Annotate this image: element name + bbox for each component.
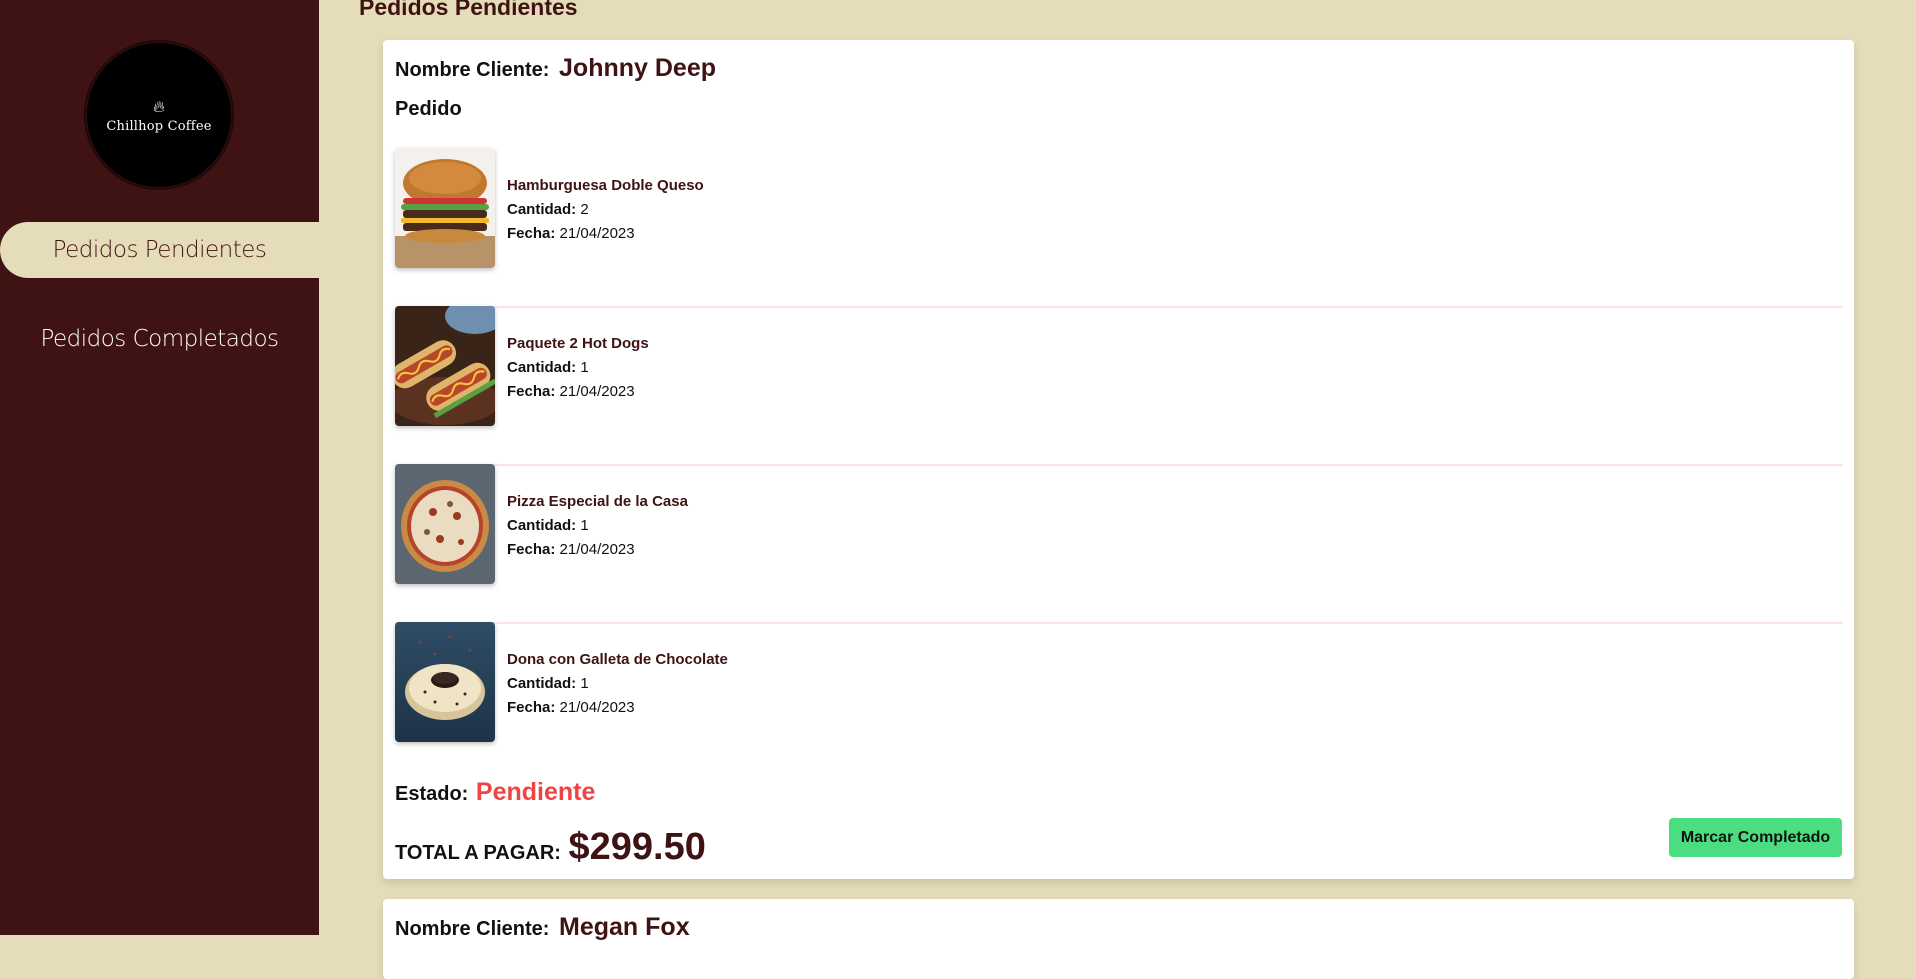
item-name: Pizza Especial de la Casa [507, 493, 688, 510]
nav-item-pedidos-pendientes[interactable]: Pedidos Pendientes [0, 222, 319, 278]
quantity-value: 2 [580, 201, 589, 218]
flame-icon: 🔥︎ [153, 97, 165, 116]
date-value: 21/04/2023 [559, 699, 635, 716]
order-item: Paquete 2 Hot Dogs Cantidad: 1 Fecha: 21… [395, 306, 1843, 466]
pedido-label: Pedido [395, 98, 462, 120]
client-name: Johnny Deep [559, 54, 717, 82]
logo[interactable]: 🔥︎ Chillhop Coffee [85, 41, 233, 189]
quantity-value: 1 [580, 359, 589, 376]
client-line: Nombre Cliente: Johnny Deep [395, 54, 716, 83]
total-label: TOTAL A PAGAR: [395, 842, 561, 864]
order-item: Pizza Especial de la Casa Cantidad: 1 Fe… [395, 464, 1843, 624]
page-title: Pedidos Pendientes [359, 0, 578, 20]
item-name: Paquete 2 Hot Dogs [507, 335, 649, 352]
item-info: Paquete 2 Hot Dogs Cantidad: 1 Fecha: 21… [507, 332, 649, 404]
status-label: Estado: [395, 783, 469, 805]
logo-text: Chillhop Coffee [106, 119, 212, 134]
item-info: Pizza Especial de la Casa Cantidad: 1 Fe… [507, 490, 688, 562]
status-value: Pendiente [475, 778, 596, 806]
donut-image [395, 622, 495, 742]
client-line: Nombre Cliente: Megan Fox [395, 913, 690, 942]
client-label: Nombre Cliente: [395, 59, 550, 81]
order-card: Nombre Cliente: Megan Fox [383, 899, 1854, 979]
mark-completed-button[interactable]: Marcar Completado [1669, 818, 1842, 857]
burger-image [395, 148, 495, 268]
order-status: Estado: Pendiente [395, 778, 595, 807]
item-info: Hamburguesa Doble Queso Cantidad: 2 Fech… [507, 174, 704, 246]
order-item: Hamburguesa Doble Queso Cantidad: 2 Fech… [395, 148, 1843, 308]
client-label: Nombre Cliente: [395, 918, 550, 940]
item-name: Hamburguesa Doble Queso [507, 177, 704, 194]
client-name: Megan Fox [559, 913, 690, 941]
order-card: Nombre Cliente: Johnny Deep Pedido Hambu… [383, 40, 1854, 879]
sidebar: 🔥︎ Chillhop Coffee Pedidos Pendientes Pe… [0, 0, 319, 935]
order-item: Dona con Galleta de Chocolate Cantidad: … [395, 622, 1843, 780]
item-name: Dona con Galleta de Chocolate [507, 651, 728, 668]
quantity-value: 1 [580, 675, 589, 692]
date-label: Fecha: [507, 383, 556, 400]
date-value: 21/04/2023 [559, 541, 635, 558]
date-label: Fecha: [507, 225, 556, 242]
quantity-label: Cantidad: [507, 675, 577, 692]
quantity-label: Cantidad: [507, 359, 577, 376]
quantity-value: 1 [580, 517, 589, 534]
date-label: Fecha: [507, 699, 556, 716]
nav-item-pedidos-completados[interactable]: Pedidos Completados [0, 311, 319, 367]
item-info: Dona con Galleta de Chocolate Cantidad: … [507, 648, 728, 720]
quantity-label: Cantidad: [507, 201, 577, 218]
date-value: 21/04/2023 [559, 383, 635, 400]
pizza-image [395, 464, 495, 584]
hotdog-image [395, 306, 495, 426]
total-value: $299.50 [568, 826, 706, 868]
order-total: TOTAL A PAGAR: $299.50 [395, 826, 706, 869]
date-label: Fecha: [507, 541, 556, 558]
date-value: 21/04/2023 [559, 225, 635, 242]
quantity-label: Cantidad: [507, 517, 577, 534]
